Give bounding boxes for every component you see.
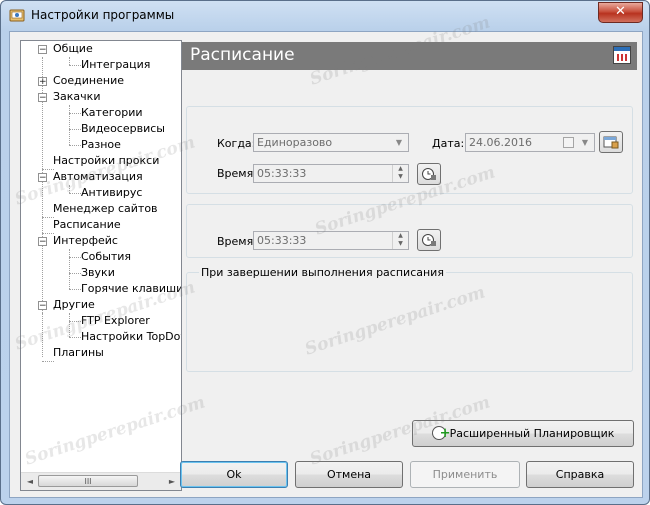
help-button[interactable]: Справка xyxy=(526,461,634,488)
tree-item-events[interactable]: События xyxy=(81,249,131,265)
tree-line xyxy=(42,313,43,357)
clock-icon xyxy=(422,168,436,180)
start-time-set-button[interactable] xyxy=(417,163,441,185)
section-header: Расписание xyxy=(182,42,637,70)
collapse-icon[interactable]: − xyxy=(38,45,47,55)
tree-item-hotkeys[interactable]: Горячие клавиши xyxy=(81,281,181,297)
tree-item-connection[interactable]: Соединение xyxy=(53,73,124,89)
tree-item-proxy[interactable]: Настройки прокси xyxy=(53,153,159,169)
tree-item-ftp-explorer[interactable]: FTP Explorer xyxy=(81,313,150,329)
tree-line xyxy=(69,249,70,289)
tree-item-antivirus[interactable]: Антивирус xyxy=(81,185,142,201)
end-time-set-button[interactable] xyxy=(417,229,441,251)
chevron-down-icon: ▼ xyxy=(581,138,589,147)
start-time-label: Время: xyxy=(217,167,257,180)
title-bar: Настройки программы ✕ xyxy=(1,1,649,29)
tree-item-schedule[interactable]: Расписание xyxy=(53,217,121,233)
date-value: 24.06.2016 xyxy=(469,136,532,149)
date-picker[interactable]: 24.06.2016 ▼ xyxy=(465,133,595,152)
collapse-icon[interactable]: − xyxy=(38,237,47,247)
tree-item-plugins[interactable]: Плагины xyxy=(53,345,104,361)
tree-line xyxy=(69,105,70,145)
advanced-scheduler-button[interactable]: Расширенный Планировщик xyxy=(412,420,634,447)
tree-item-downloads[interactable]: Закачки xyxy=(53,89,100,105)
tree-line xyxy=(69,57,70,65)
when-select[interactable]: Единоразово ▼ xyxy=(253,133,409,152)
settings-window: Настройки программы ✕ − + − − − − Общие … xyxy=(0,0,650,505)
tree-line xyxy=(69,257,81,258)
tree-horizontal-scrollbar[interactable]: ◄ III ► xyxy=(21,472,181,490)
date-set-button[interactable] xyxy=(599,131,623,153)
advanced-scheduler-label: Расширенный Планировщик xyxy=(449,427,615,440)
tree-line xyxy=(69,193,81,194)
spin-up-icon[interactable]: ▲ xyxy=(393,232,408,240)
calendar-icon xyxy=(613,46,631,64)
clock-icon xyxy=(422,234,436,246)
scheduler-add-icon xyxy=(431,421,451,446)
time-spinner[interactable]: ▲ ▼ xyxy=(392,232,408,249)
scroll-thumb[interactable]: III xyxy=(38,475,138,487)
tree-line xyxy=(69,145,81,146)
end-time-input[interactable]: 05:33:33 ▲ ▼ xyxy=(253,231,409,250)
tree-line xyxy=(69,65,81,66)
tree-line xyxy=(69,313,70,337)
start-time-value: 05:33:33 xyxy=(257,167,307,180)
collapse-icon[interactable]: − xyxy=(38,173,47,183)
app-icon xyxy=(9,9,25,22)
ok-button[interactable]: Ok xyxy=(180,461,288,488)
collapse-icon[interactable]: − xyxy=(38,93,47,103)
scroll-right-icon[interactable]: ► xyxy=(164,474,180,489)
tree-item-other[interactable]: Другие xyxy=(53,297,95,313)
tree-line xyxy=(69,337,81,338)
collapse-icon[interactable]: − xyxy=(38,301,47,311)
tree-line xyxy=(69,129,81,130)
tree-line xyxy=(69,185,70,193)
apply-button[interactable]: Применить xyxy=(410,461,520,488)
tree-item-video-services[interactable]: Видеосервисы xyxy=(81,121,165,137)
tree-item-general[interactable]: Общие xyxy=(53,41,93,57)
tree-line xyxy=(69,289,81,290)
tree-item-topdownloader-settings[interactable]: Настройки TopDov xyxy=(81,329,181,345)
start-time-input[interactable]: 05:33:33 ▲ ▼ xyxy=(253,164,409,183)
tree-line xyxy=(69,273,81,274)
tree-item-sounds[interactable]: Звуки xyxy=(81,265,115,281)
when-label: Когда: xyxy=(217,137,256,150)
settings-tree: − + − − − − Общие Интеграция Соединение … xyxy=(20,40,182,491)
tree-item-automation[interactable]: Автоматизация xyxy=(53,169,143,185)
tree-line xyxy=(69,321,81,322)
close-button[interactable]: ✕ xyxy=(598,2,643,23)
end-settings-group: Время: 05:33:33 ▲ ▼ xyxy=(186,204,633,258)
tree-item-misc[interactable]: Разное xyxy=(81,137,121,153)
end-time-value: 05:33:33 xyxy=(257,234,307,247)
date-label: Дата: xyxy=(432,137,465,150)
scroll-left-icon[interactable]: ◄ xyxy=(22,474,38,489)
spin-down-icon[interactable]: ▼ xyxy=(393,240,408,248)
tree-line xyxy=(69,113,81,114)
time-spinner[interactable]: ▲ ▼ xyxy=(392,165,408,182)
client-area: − + − − − − Общие Интеграция Соединение … xyxy=(9,31,643,498)
cancel-button[interactable]: Отмена xyxy=(295,461,403,488)
completion-group-title: При завершении выполнения расписания xyxy=(199,266,446,279)
start-settings-group: Когда: Единоразово ▼ Дата: 24.06.2016 ▼ … xyxy=(186,106,633,194)
when-select-value: Единоразово xyxy=(257,136,333,149)
expand-icon[interactable]: + xyxy=(38,77,47,87)
tree-item-site-manager[interactable]: Менеджер сайтов xyxy=(53,201,158,217)
spin-down-icon[interactable]: ▼ xyxy=(393,173,408,181)
tree-item-integration[interactable]: Интеграция xyxy=(81,57,150,73)
spin-up-icon[interactable]: ▲ xyxy=(393,165,408,173)
chevron-down-icon: ▼ xyxy=(395,138,403,147)
date-checkbox[interactable] xyxy=(563,137,574,148)
calendar-pick-icon xyxy=(603,136,619,149)
tree-line xyxy=(42,361,54,362)
tree-item-interface[interactable]: Интерфейс xyxy=(53,233,118,249)
end-time-label: Время: xyxy=(217,235,257,248)
page-title: Расписание xyxy=(190,45,295,65)
window-title: Настройки программы xyxy=(31,8,175,22)
completion-group: При завершении выполнения расписания xyxy=(186,266,633,372)
tree-item-categories[interactable]: Категории xyxy=(81,105,143,121)
